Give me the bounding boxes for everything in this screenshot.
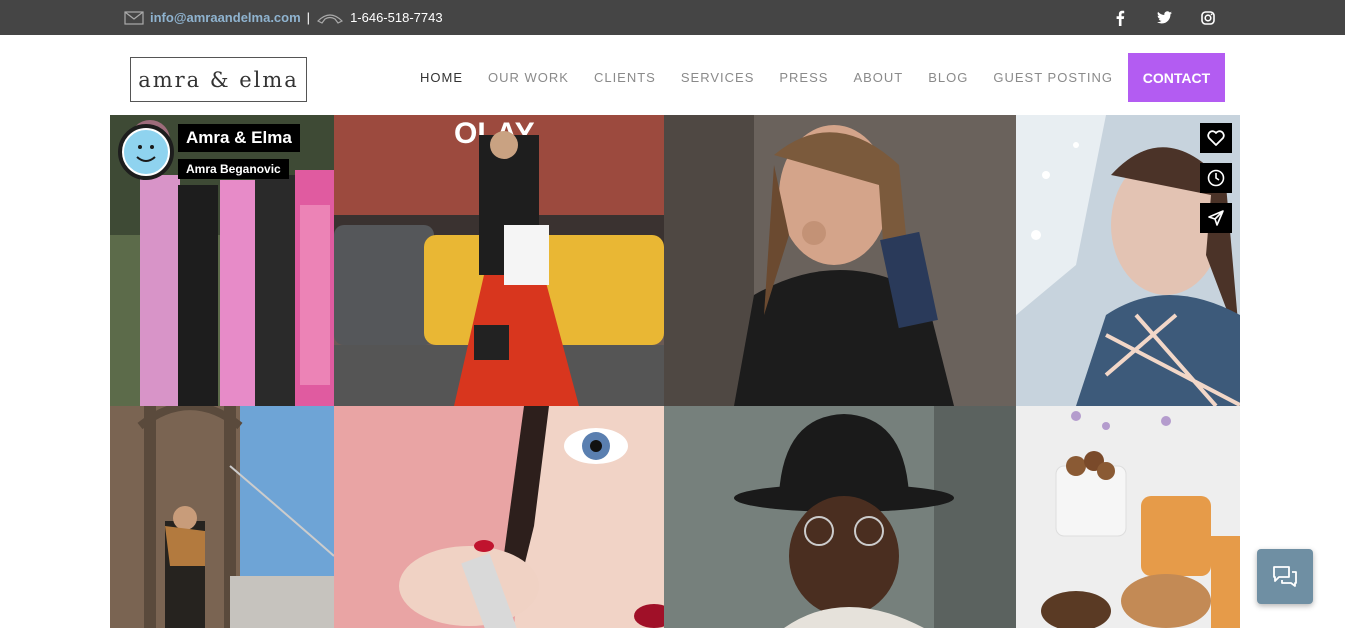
twitter-icon[interactable] [1155, 9, 1173, 27]
instagram-gallery: OLAY [110, 115, 1240, 628]
send-icon[interactable] [1200, 203, 1232, 233]
profile-name[interactable]: Amra & Elma [178, 124, 300, 152]
clock-icon[interactable] [1200, 163, 1232, 193]
gallery-photo[interactable] [1016, 406, 1240, 628]
nav-clients[interactable]: CLIENTS [594, 70, 656, 85]
nav-guest-posting[interactable]: GUEST POSTING [993, 70, 1113, 85]
avatar[interactable] [118, 124, 174, 180]
site-header: amra & elma HOME OUR WORK CLIENTS SERVIC… [0, 35, 1345, 115]
gallery-photo[interactable] [664, 406, 1016, 628]
gallery-photo[interactable] [334, 406, 664, 628]
gallery-photo[interactable] [664, 115, 1016, 406]
gallery-photo[interactable] [110, 406, 334, 628]
phone-icon [316, 11, 344, 25]
mail-icon [124, 10, 144, 25]
nav-our-work[interactable]: OUR WORK [488, 70, 569, 85]
nav-blog[interactable]: BLOG [928, 70, 968, 85]
contact-button[interactable]: CONTACT [1128, 53, 1225, 102]
contact-info: info@amraandelma.com | 1-646-518-7743 [124, 0, 443, 35]
gallery-photo[interactable]: OLAY [334, 115, 664, 406]
action-buttons [1200, 123, 1232, 233]
logo[interactable]: amra & elma [130, 57, 307, 102]
social-links [1111, 0, 1217, 35]
chat-icon[interactable] [1257, 549, 1313, 604]
phone-number[interactable]: 1-646-518-7743 [350, 10, 443, 25]
top-bar: info@amraandelma.com | 1-646-518-7743 [0, 0, 1345, 35]
facebook-icon[interactable] [1111, 9, 1129, 27]
nav-services[interactable]: SERVICES [681, 70, 755, 85]
email-link[interactable]: info@amraandelma.com [150, 10, 301, 25]
instagram-icon[interactable] [1199, 9, 1217, 27]
separator: | [306, 10, 311, 25]
nav-press[interactable]: PRESS [779, 70, 828, 85]
main-nav: HOME OUR WORK CLIENTS SERVICES PRESS ABO… [420, 70, 1138, 85]
profile-subtitle: Amra Beganovic [178, 159, 289, 179]
nav-home[interactable]: HOME [420, 70, 463, 85]
profile-badge: Amra & Elma Amra Beganovic [118, 124, 300, 180]
nav-about[interactable]: ABOUT [853, 70, 903, 85]
heart-icon[interactable] [1200, 123, 1232, 153]
